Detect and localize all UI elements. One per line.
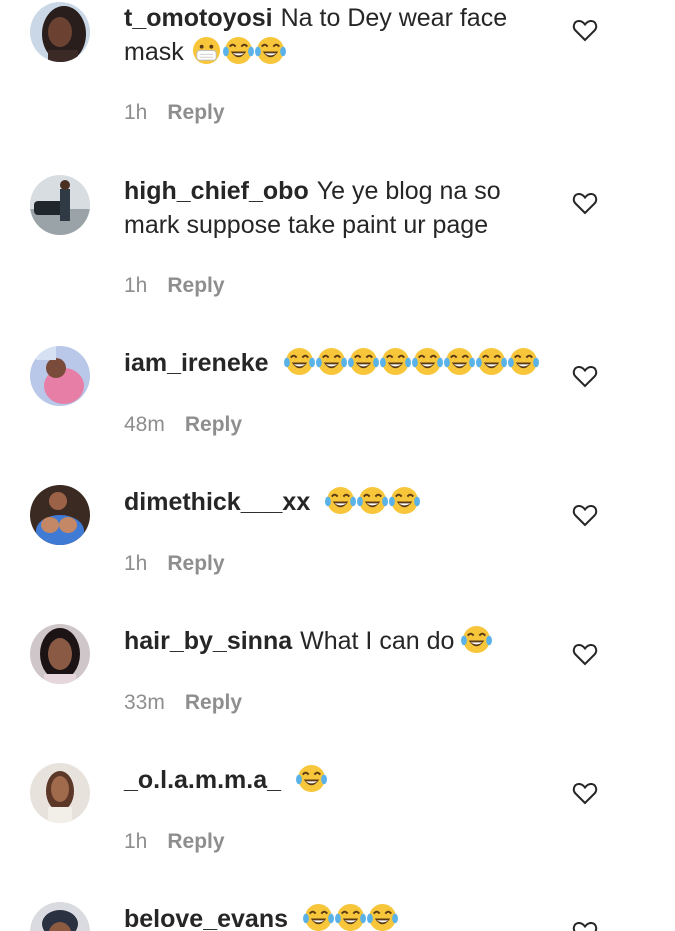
like-heart-icon[interactable] [572,781,598,805]
joy-emoji-icon [475,347,507,376]
joy-emoji-icon [222,36,254,65]
like-heart-icon[interactable] [572,18,598,42]
comment-time: 33m [124,691,165,714]
joy-emoji-icon [296,764,327,793]
reply-button[interactable]: Reply [185,691,242,714]
like-heart-icon[interactable] [572,364,598,388]
comment-meta: 48m Reply [124,412,242,438]
avatar[interactable] [30,763,90,823]
joy-emoji-icon [507,347,539,376]
joy-emoji-icon [254,36,286,65]
joy-emoji-icon [379,347,411,376]
comment-meta: 1h Reply [124,273,225,299]
reply-button[interactable]: Reply [167,101,224,124]
face-with-medical-mask-emoji-icon [191,36,222,65]
comment-username[interactable]: belove_evans [124,905,288,931]
joy-emoji-icon [389,486,421,515]
joy-emoji-icon [334,903,366,931]
avatar[interactable] [30,175,90,235]
like-heart-icon[interactable] [572,191,598,215]
joy-emoji-icon [366,903,398,931]
comment-text-block: _o.l.a.m.m.a_ [124,763,544,797]
comment-username[interactable]: _o.l.a.m.m.a_ [124,766,281,794]
comment-meta: 1h Reply [124,829,225,855]
comment-username[interactable]: iam_ireneke [124,349,269,377]
joy-emoji-icon [461,625,493,654]
joy-emoji-icon [325,486,357,515]
comment-text-block: iam_ireneke [124,346,544,380]
avatar[interactable] [30,902,90,931]
comment-username[interactable]: t_omotoyosi [124,4,273,32]
comment-time: 1h [124,274,148,297]
comment-text: What I can do [300,627,455,655]
avatar[interactable] [30,346,90,406]
like-heart-icon[interactable] [572,503,598,527]
comment-meta: 1h Reply [124,551,225,577]
comment-text-block: dimethick___xx [124,485,544,519]
joy-emoji-icon [357,486,389,515]
joy-emoji-icon [283,347,315,376]
comment-time: 1h [124,552,148,575]
reply-button[interactable]: Reply [167,274,224,297]
joy-emoji-icon [411,347,443,376]
comment-text-block: high_chief_obo Ye ye blog na so mark supp… [124,174,544,242]
reply-button[interactable]: Reply [167,830,224,853]
comments-list: t_omotoyosi Na to Dey wear face mask 1h Re… [0,0,675,931]
comment-time: 1h [124,101,148,124]
comment-text-block: hair_by_sinna What I can do [124,624,544,658]
comment-time: 48m [124,413,165,436]
comment-time: 1h [124,830,148,853]
reply-button[interactable]: Reply [167,552,224,575]
comment-username[interactable]: hair_by_sinna [124,627,292,655]
comment-username[interactable]: high_chief_obo [124,177,309,205]
joy-emoji-icon [347,347,379,376]
avatar[interactable] [30,485,90,545]
like-heart-icon[interactable] [572,920,598,931]
comment-text-block: belove_evans [124,902,544,931]
reply-button[interactable]: Reply [185,413,242,436]
like-heart-icon[interactable] [572,642,598,666]
comment-text-block: t_omotoyosi Na to Dey wear face mask [124,1,544,69]
joy-emoji-icon [302,903,334,931]
avatar[interactable] [30,2,90,62]
comment-username[interactable]: dimethick___xx [124,488,310,516]
joy-emoji-icon [315,347,347,376]
avatar[interactable] [30,624,90,684]
comment-meta: 1h Reply [124,100,225,126]
joy-emoji-icon [443,347,475,376]
comment-meta: 33m Reply [124,690,242,716]
